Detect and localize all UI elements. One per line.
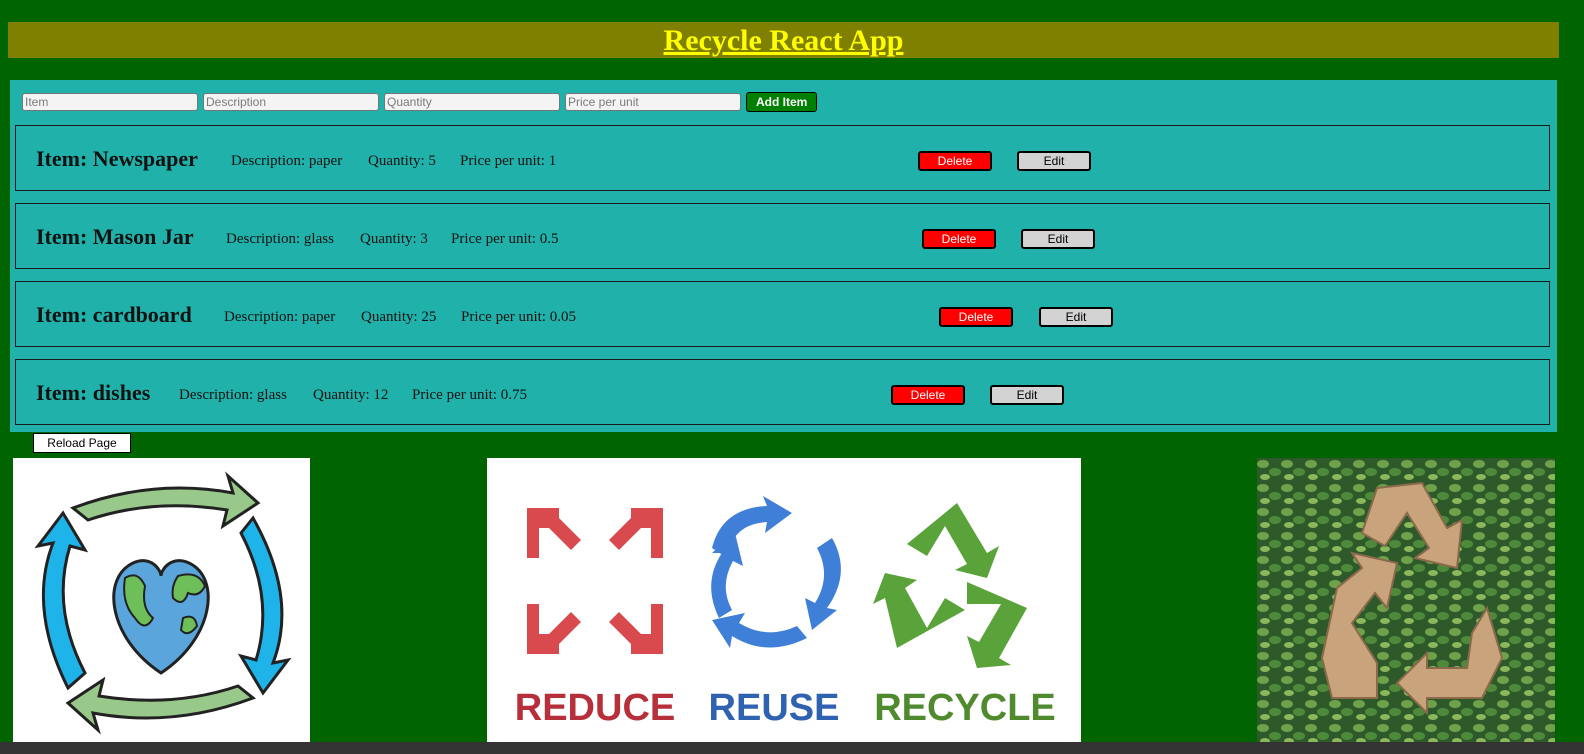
item-price: Price per unit: 0.5 bbox=[451, 231, 559, 247]
edit-button[interactable]: Edit bbox=[1017, 151, 1091, 171]
reuse-label: REUSE bbox=[709, 687, 840, 729]
wood-recycle-icon bbox=[1257, 458, 1555, 742]
wooden-recycle-image bbox=[1257, 458, 1555, 742]
item-price: Price per unit: 1 bbox=[460, 153, 557, 169]
item-description: Description: paper bbox=[224, 309, 336, 325]
app-title: Recycle React App bbox=[663, 24, 904, 57]
app-header: Recycle React App bbox=[8, 22, 1559, 58]
earth-heart-icon bbox=[34, 471, 292, 735]
item-card: Item: cardboard Description: paper Quant… bbox=[15, 281, 1550, 347]
item-card: Item: Mason Jar Description: glass Quant… bbox=[15, 203, 1550, 269]
item-price: Price per unit: 0.75 bbox=[412, 387, 527, 403]
item-description: Description: glass bbox=[226, 231, 334, 247]
edit-button[interactable]: Edit bbox=[990, 385, 1064, 405]
reduce-label: REDUCE bbox=[515, 687, 675, 729]
price-input[interactable] bbox=[565, 93, 741, 111]
delete-button[interactable]: Delete bbox=[922, 229, 996, 249]
item-name: Item: cardboard bbox=[36, 302, 192, 327]
reduce-reuse-recycle-image: REDUCE REUSE RECYCLE bbox=[487, 458, 1081, 742]
item-card: Item: Newspaper Description: paper Quant… bbox=[15, 125, 1550, 191]
reduce-arrows-icon bbox=[527, 508, 663, 654]
item-quantity: Quantity: 3 bbox=[360, 231, 428, 247]
item-quantity: Quantity: 5 bbox=[368, 153, 436, 169]
delete-button[interactable]: Delete bbox=[918, 151, 992, 171]
edit-button[interactable]: Edit bbox=[1021, 229, 1095, 249]
description-input[interactable] bbox=[203, 93, 379, 111]
recycle-arrows-icon bbox=[873, 503, 1027, 668]
item-card: Item: dishes Description: glass Quantity… bbox=[15, 359, 1550, 425]
item-price: Price per unit: 0.05 bbox=[461, 309, 576, 325]
item-description: Description: glass bbox=[179, 387, 287, 403]
delete-button[interactable]: Delete bbox=[939, 307, 1013, 327]
rrr-icons: REDUCE REUSE RECYCLE bbox=[515, 496, 1056, 729]
reload-page-button[interactable]: Reload Page bbox=[33, 433, 131, 453]
item-name: Item: dishes bbox=[36, 380, 151, 405]
items-panel: Add Item Item: Newspaper Description: pa… bbox=[10, 80, 1557, 432]
item-description: Description: paper bbox=[231, 153, 343, 169]
item-quantity: Quantity: 12 bbox=[313, 387, 389, 403]
item-name: Item: Mason Jar bbox=[36, 224, 194, 249]
delete-button[interactable]: Delete bbox=[891, 385, 965, 405]
edit-button[interactable]: Edit bbox=[1039, 307, 1113, 327]
earth-heart-recycle-image bbox=[13, 458, 310, 742]
reuse-arrows-icon bbox=[711, 496, 841, 648]
item-input[interactable] bbox=[22, 93, 198, 111]
bottom-scroll-bar bbox=[0, 742, 1584, 754]
recycle-label: RECYCLE bbox=[874, 687, 1056, 729]
add-item-button[interactable]: Add Item bbox=[746, 92, 818, 112]
item-name: Item: Newspaper bbox=[36, 146, 198, 171]
add-item-form: Add Item bbox=[22, 92, 818, 112]
item-quantity: Quantity: 25 bbox=[361, 309, 437, 325]
quantity-input[interactable] bbox=[384, 93, 560, 111]
